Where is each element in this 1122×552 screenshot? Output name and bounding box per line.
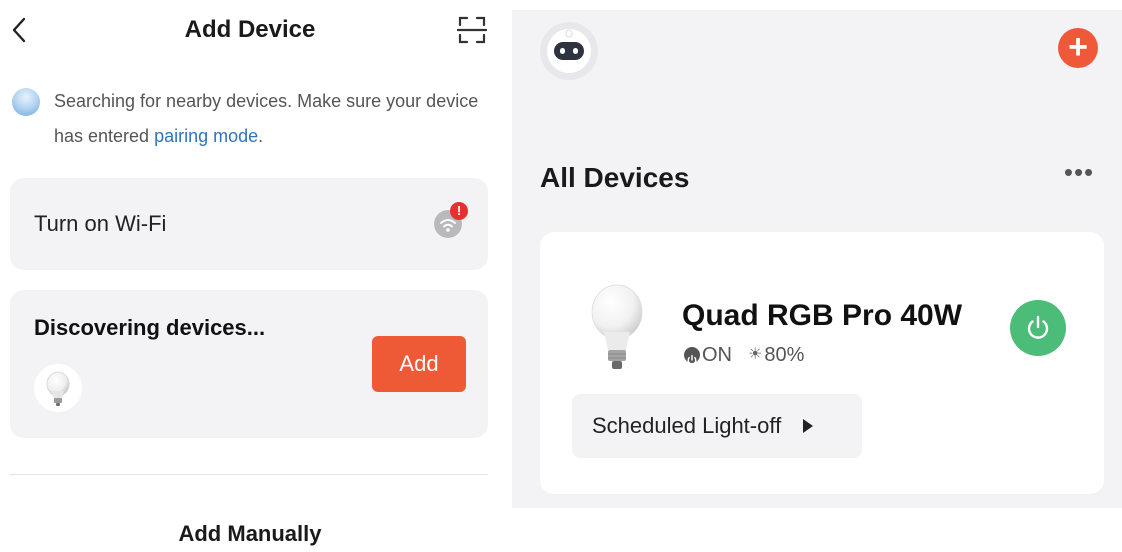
add-device-plus-button[interactable]: +	[1058, 28, 1098, 68]
brightness-icon: ☀	[748, 346, 763, 363]
wifi-alert-badge: !	[450, 202, 468, 220]
device-image	[584, 278, 650, 382]
avatar[interactable]	[540, 22, 598, 80]
search-message: Searching for nearby devices. Make sure …	[54, 84, 494, 154]
power-toggle-button[interactable]	[1010, 300, 1066, 356]
power-icon	[1027, 315, 1049, 339]
wifi-status: !	[430, 202, 470, 242]
device-state-text: ON	[702, 344, 732, 366]
scan-button[interactable]	[452, 12, 492, 48]
discovering-devices-card: Discovering devices... Add	[10, 290, 488, 438]
more-options-button[interactable]: •••	[1060, 159, 1098, 192]
turn-on-wifi-card[interactable]: Turn on Wi-Fi !	[10, 178, 488, 270]
section-title: All Devices	[540, 162, 690, 193]
device-status: ON ☀ 80%	[684, 340, 804, 370]
play-arrow-icon	[803, 419, 814, 433]
scan-icon	[457, 16, 487, 44]
back-button[interactable]	[6, 14, 32, 46]
robot-avatar-icon	[547, 29, 591, 73]
device-card[interactable]: Quad RGB Pro 40W ON ☀ 80% Scheduled Ligh…	[540, 232, 1104, 494]
pairing-mode-link[interactable]: pairing mode	[154, 126, 258, 146]
schedule-label: Scheduled Light-off	[592, 413, 782, 438]
add-device-screen: Add Device Searching for nearby devices.…	[0, 0, 500, 546]
light-bulb-icon	[46, 371, 70, 406]
search-message-end: .	[258, 126, 264, 146]
wifi-card-label: Turn on Wi-Fi	[34, 211, 167, 236]
chevron-left-icon	[12, 17, 26, 43]
home-screen: + All Devices ••• Quad RGB Pro 40W ON ☀ …	[512, 10, 1122, 508]
light-bulb-icon	[591, 284, 643, 369]
searching-indicator-icon	[12, 88, 40, 116]
add-button[interactable]: Add	[372, 336, 466, 392]
power-status-icon	[684, 347, 700, 365]
scheduled-light-off-button[interactable]: Scheduled Light-off	[572, 394, 862, 458]
divider	[10, 474, 488, 475]
search-message-text: Searching for nearby devices. Make sure …	[54, 91, 479, 146]
discovered-device-thumbnail[interactable]	[34, 364, 82, 412]
discovering-title: Discovering devices...	[34, 315, 266, 340]
device-name: Quad RGB Pro 40W	[682, 299, 963, 332]
device-brightness-text: 80%	[764, 344, 805, 366]
add-manually-heading[interactable]: Add Manually	[100, 516, 400, 552]
page-title: Add Device	[184, 16, 316, 43]
